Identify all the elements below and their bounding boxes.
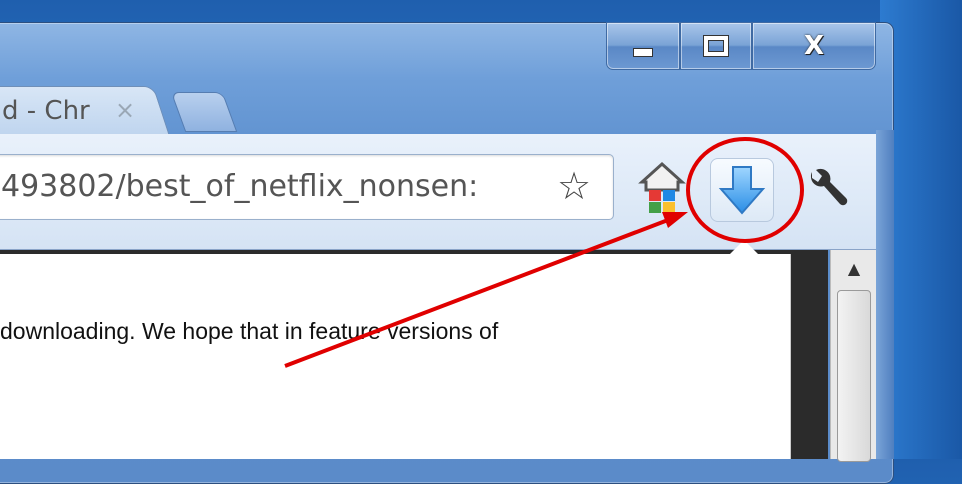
bookmark-star-icon[interactable]: ☆ [557, 163, 591, 209]
address-bar-url[interactable]: 493802/best_of_netflix_nonsen: [1, 169, 549, 204]
wrench-menu-button[interactable] [800, 164, 850, 214]
vertical-scrollbar[interactable]: ▲ [830, 250, 877, 462]
download-panel-text: downloading. We hope that in feature ver… [0, 318, 499, 344]
minimize-icon [633, 47, 653, 57]
wrench-icon [810, 168, 848, 206]
download-icon [718, 166, 766, 215]
window-frame-right [876, 130, 894, 459]
scrollbar-thumb[interactable] [837, 290, 871, 462]
tab-close-icon[interactable]: × [115, 96, 135, 124]
download-button[interactable] [710, 158, 774, 222]
home-button[interactable] [638, 160, 686, 216]
tab-title: d - Chr [2, 96, 90, 126]
close-icon: X [803, 31, 825, 61]
window-caption-buttons: X [606, 22, 886, 72]
download-panel [0, 254, 791, 459]
maximize-icon [703, 35, 729, 57]
address-bar[interactable]: 493802/best_of_netflix_nonsen: ☆ [0, 154, 614, 220]
home-icon [638, 161, 686, 213]
scroll-up-arrow-icon[interactable]: ▲ [831, 250, 877, 286]
maximize-button[interactable] [680, 22, 752, 70]
close-button[interactable]: X [752, 22, 876, 70]
minimize-button[interactable] [606, 22, 680, 70]
